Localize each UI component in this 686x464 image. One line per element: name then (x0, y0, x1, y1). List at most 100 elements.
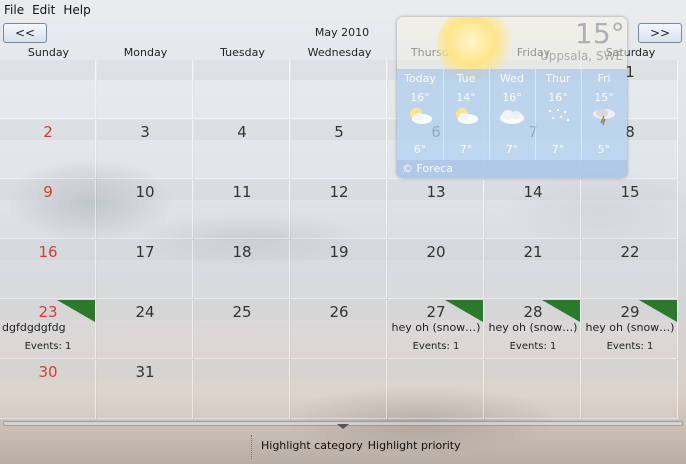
partly-cloudy-icon (452, 107, 480, 125)
date-number: 3 (140, 123, 150, 141)
date-number: 5 (334, 123, 344, 141)
cell-date-band (388, 360, 483, 380)
status-text: Highlight category Highlight priority (261, 439, 466, 452)
menu-help[interactable]: Help (59, 3, 94, 17)
event-title[interactable]: dgfdgdgfdg (2, 321, 98, 334)
calendar-day-cell[interactable]: 20 (388, 240, 484, 299)
date-number: 26 (329, 303, 349, 321)
calendar-day-cell[interactable]: 16 (0, 240, 96, 299)
light-rain-icon (544, 107, 572, 125)
calendar-day-cell[interactable]: 29 hey oh (snow…) Events: 1 (582, 300, 678, 359)
calendar-day-cell[interactable]: 14 (485, 180, 581, 239)
calendar-day-cell[interactable]: 18 (194, 240, 290, 299)
forecast-low: 7° (551, 143, 565, 156)
calendar-day-cell[interactable]: 2 (0, 120, 96, 179)
calendar-day-cell[interactable] (194, 60, 290, 119)
cell-date-band (582, 360, 677, 380)
event-title[interactable]: hey oh (snow…) (388, 321, 484, 334)
date-number: 29 (620, 303, 640, 321)
calendar-day-cell[interactable]: 13 (388, 180, 484, 239)
calendar-day-cell[interactable]: 31 (97, 360, 193, 419)
calendar-day-cell[interactable] (388, 360, 484, 419)
menu-edit[interactable]: Edit (28, 3, 59, 17)
forecast-day-2: Wed 16° 7° (489, 69, 536, 160)
collapse-arrow-icon[interactable] (337, 424, 349, 429)
calendar-day-cell[interactable] (485, 360, 581, 419)
calendar-day-cell[interactable] (291, 360, 387, 419)
day-header-3: Wednesday (307, 46, 372, 59)
forecast-day-label: Today (404, 72, 436, 85)
calendar-day-cell[interactable] (582, 360, 678, 419)
date-number: 11 (232, 183, 252, 201)
calendar-day-cell[interactable]: 28 hey oh (snow…) Events: 1 (485, 300, 581, 359)
weather-gadget[interactable]: 15° Uppsala, SWE Today 16° 6° Tue 14° 7° Wed 16… (397, 17, 627, 178)
calendar-day-cell[interactable]: 4 (194, 120, 290, 179)
event-title[interactable]: hey oh (snow…) (485, 321, 581, 334)
date-number: 2 (43, 123, 53, 141)
forecast-day-1: Tue 14° 7° (443, 69, 490, 160)
day-header-2: Tuesday (220, 46, 265, 59)
event-count: Events: 1 (412, 341, 460, 352)
calendar-day-cell[interactable]: 11 (194, 180, 290, 239)
date-number: 13 (426, 183, 446, 201)
calendar-day-cell[interactable]: 15 (582, 180, 678, 239)
date-number: 22 (620, 243, 640, 261)
date-number: 18 (232, 243, 252, 261)
calendar-day-cell[interactable]: 23 dgfdgdgfdg Events: 1 (0, 300, 96, 359)
day-header-0: Sunday (27, 46, 70, 59)
calendar-day-cell[interactable]: 21 (485, 240, 581, 299)
calendar-day-cell[interactable]: 27 hey oh (snow…) Events: 1 (388, 300, 484, 359)
next-month-button[interactable]: >> (638, 23, 682, 43)
date-number: 4 (237, 123, 247, 141)
calendar-day-cell[interactable]: 12 (291, 180, 387, 239)
date-number: 15 (620, 183, 640, 201)
forecast-high: 16° (548, 91, 568, 104)
calendar-day-cell[interactable] (194, 360, 290, 419)
forecast-day-label: Fri (597, 72, 611, 85)
date-number: 20 (426, 243, 446, 261)
calendar-day-cell[interactable]: 3 (97, 120, 193, 179)
calendar-day-cell[interactable]: 5 (291, 120, 387, 179)
cell-date-band (485, 360, 580, 380)
calendar-day-cell[interactable] (97, 60, 193, 119)
day-header-1: Monday (123, 46, 168, 59)
previous-month-button[interactable]: << (3, 23, 47, 43)
cell-date-band (0, 60, 95, 80)
partly-cloudy-icon (406, 107, 434, 125)
date-number: 12 (329, 183, 349, 201)
event-count: Events: 1 (606, 341, 654, 352)
highlight-category-label[interactable]: Highlight category (261, 439, 363, 452)
date-number: 16 (38, 243, 58, 261)
menu-file[interactable]: File (0, 3, 28, 17)
highlight-priority-label[interactable]: Highlight priority (368, 439, 461, 452)
calendar-day-cell[interactable]: 17 (97, 240, 193, 299)
calendar-day-cell[interactable]: 25 (194, 300, 290, 359)
calendar-day-cell[interactable]: 30 (0, 360, 96, 419)
calendar-day-cell[interactable]: 9 (0, 180, 96, 239)
calendar-day-cell[interactable] (0, 60, 96, 119)
calendar-day-cell[interactable]: 19 (291, 240, 387, 299)
date-number: 27 (426, 303, 446, 321)
calendar-day-cell[interactable] (291, 60, 387, 119)
event-title[interactable]: hey oh (snow…) (582, 321, 678, 334)
calendar-day-cell[interactable]: 24 (97, 300, 193, 359)
forecast-low: 6° (413, 143, 427, 156)
forecast-low: 7° (459, 143, 473, 156)
calendar-day-cell[interactable]: 22 (582, 240, 678, 299)
status-separator (251, 435, 252, 459)
forecast-day-0: Today 16° 6° (397, 69, 444, 160)
date-number: 31 (135, 363, 155, 381)
forecast-day-label: Thur (545, 72, 571, 85)
calendar-day-cell[interactable]: 26 (291, 300, 387, 359)
provider-label: © Foreca (402, 162, 453, 175)
current-temperature: 15° (575, 17, 625, 50)
date-number: 23 (38, 303, 58, 321)
date-number: 14 (523, 183, 543, 201)
weather-city: Uppsala, SWE (540, 49, 624, 63)
cell-date-band (291, 60, 386, 80)
calendar-day-cell[interactable]: 10 (97, 180, 193, 239)
forecast-day-4: Fri 15° 5° (581, 69, 627, 160)
forecast-high: 14° (456, 91, 476, 104)
forecast-high: 16° (410, 91, 430, 104)
weather-provider[interactable]: © Foreca (397, 160, 627, 178)
